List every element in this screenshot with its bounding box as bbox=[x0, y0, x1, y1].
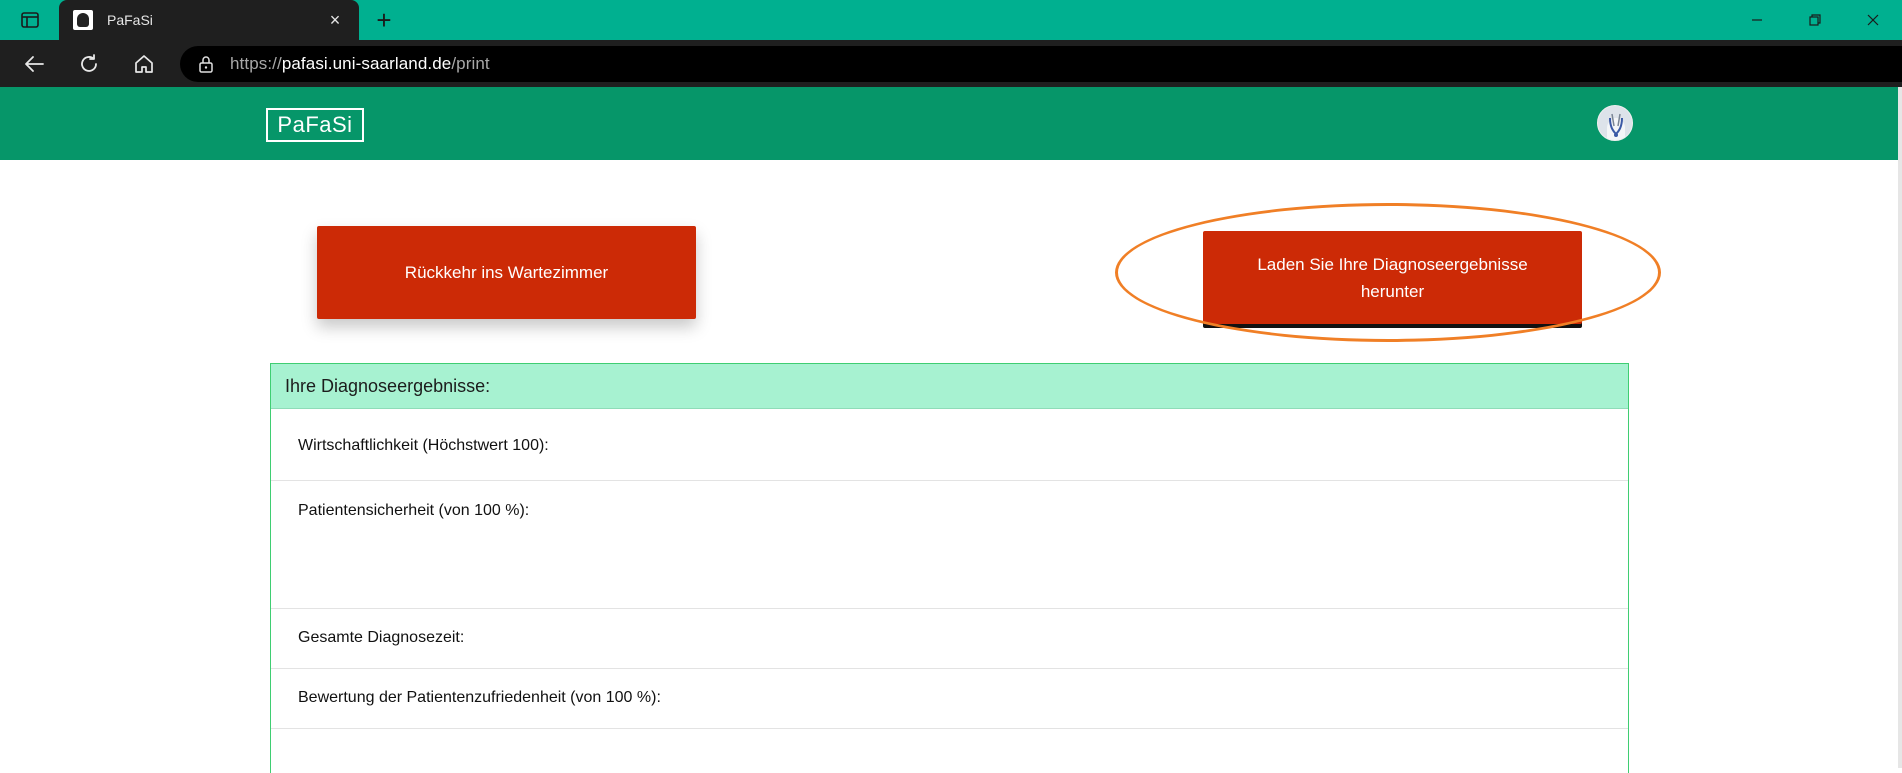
url-text: https://pafasi.uni-saarland.de/print bbox=[230, 54, 490, 74]
browser-tab[interactable]: PaFaSi × bbox=[59, 0, 359, 40]
home-icon[interactable] bbox=[128, 48, 160, 80]
back-arrow-icon[interactable] bbox=[18, 48, 50, 80]
site-header: PaFaSi bbox=[0, 87, 1898, 160]
result-label: Patientensicherheit (von 100 %): bbox=[298, 502, 530, 519]
scrollbar[interactable] bbox=[1898, 87, 1902, 768]
browser-titlebar: PaFaSi × + bbox=[0, 0, 1902, 40]
window-controls bbox=[1728, 0, 1902, 40]
result-row-patient-satisfaction: Bewertung der Patientenzufriedenheit (vo… bbox=[271, 669, 1628, 729]
results-panel: Ihre Diagnoseergebnisse: Wirtschaftlichk… bbox=[270, 363, 1629, 773]
return-to-waiting-room-button[interactable]: Rückkehr ins Wartezimmer bbox=[317, 226, 696, 319]
lock-icon bbox=[198, 55, 214, 73]
minimize-icon[interactable] bbox=[1728, 0, 1786, 40]
site-favicon-icon bbox=[73, 10, 93, 30]
reload-icon[interactable] bbox=[73, 48, 105, 80]
url-path: /print bbox=[451, 54, 490, 73]
user-avatar[interactable] bbox=[1597, 105, 1633, 141]
browser-toolbar: https://pafasi.uni-saarland.de/print bbox=[0, 40, 1902, 87]
result-row-patient-safety: Patientensicherheit (von 100 %): bbox=[271, 481, 1628, 609]
restore-icon[interactable] bbox=[1786, 0, 1844, 40]
url-host: pafasi.uni-saarland.de bbox=[281, 54, 452, 73]
result-label: Wirtschaftlichkeit (Höchstwert 100): bbox=[298, 437, 549, 454]
tab-title: PaFaSi bbox=[107, 12, 153, 28]
result-label: Bewertung der Patientenzufriedenheit (vo… bbox=[298, 689, 661, 706]
close-window-icon[interactable] bbox=[1844, 0, 1902, 40]
url-scheme: https:// bbox=[230, 54, 282, 73]
download-results-button[interactable]: Laden Sie Ihre Diagnoseergebnisse herunt… bbox=[1203, 231, 1582, 324]
tab-actions-icon[interactable] bbox=[12, 8, 48, 32]
site-logo[interactable]: PaFaSi bbox=[266, 108, 364, 142]
result-row-economy: Wirtschaftlichkeit (Höchstwert 100): bbox=[271, 410, 1628, 481]
address-bar[interactable]: https://pafasi.uni-saarland.de/print bbox=[180, 46, 1902, 82]
results-title: Ihre Diagnoseergebnisse: bbox=[271, 364, 1628, 409]
tab-close-icon[interactable]: × bbox=[325, 10, 345, 30]
result-label: Gesamte Diagnosezeit: bbox=[298, 629, 465, 646]
result-row-diagnosis-time: Gesamte Diagnosezeit: bbox=[271, 609, 1628, 669]
new-tab-icon[interactable]: + bbox=[370, 6, 398, 34]
